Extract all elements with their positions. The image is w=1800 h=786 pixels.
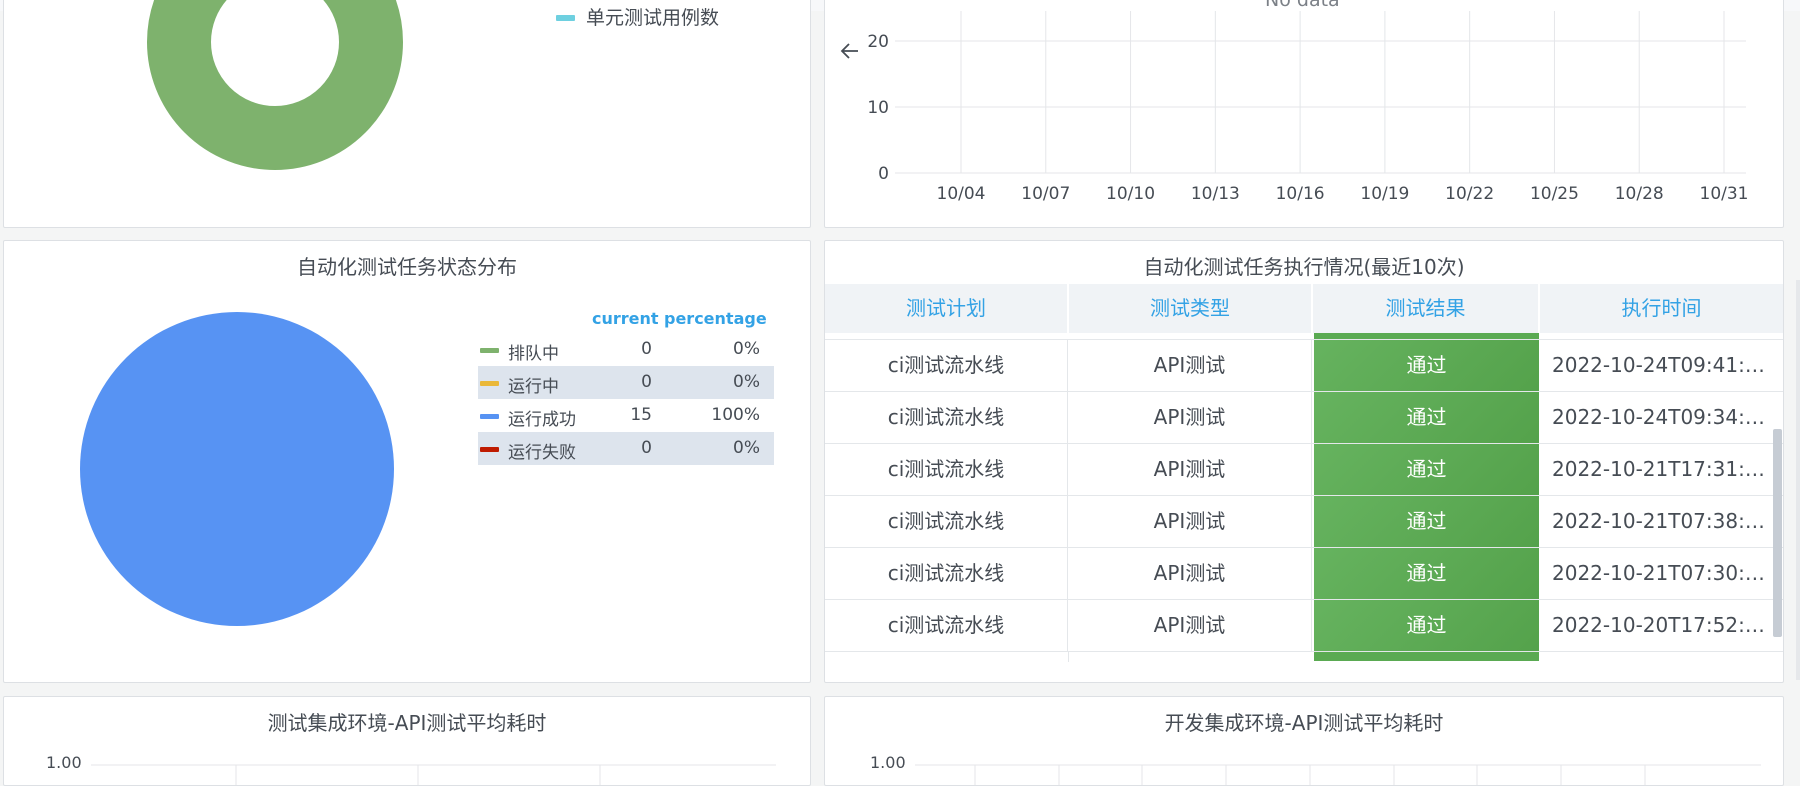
legend-row-failed[interactable]: 运行失败 0 0% [478,432,774,465]
divider [1068,652,1069,662]
legend-label: 单元测试用例数 [586,7,720,29]
cell-plan: ci测试流水线 [825,444,1068,495]
donut-slice [147,0,403,170]
y-tick-label: 20 [867,32,889,52]
partial-row-top [825,333,1783,340]
cell-time: 2022-10-24T09:41:… [1552,353,1765,377]
legend-percentage: 0% [733,339,760,359]
cell-type: API测试 [1068,548,1312,599]
cell-plan: ci测试流水线 [825,548,1068,599]
partial-row-bottom [825,652,1783,669]
legend-header-percentage[interactable]: percentage [664,309,767,328]
legend-percentage: 0% [733,438,760,458]
line-chart: 10/04 10/07 10/10 10/13 10/16 10/19 10/22 10/25… [867,11,1749,204]
column-header-plan[interactable]: 测试计划 [825,284,1069,333]
result-cell-partial [1314,333,1539,339]
panel-task-execution: 自动化测试任务执行情况(最近10次) 测试计划 测试类型 测试结果 执行时间 c… [824,240,1784,683]
cell-plan: ci测试流水线 [825,392,1068,443]
chart-gridlines [915,764,1761,785]
donut-chart [147,0,403,170]
x-tick-label: 10/28 [1615,184,1664,204]
pie-slice-success[interactable] [80,312,394,626]
x-tick-label: 10/31 [1700,184,1749,204]
legend-name: 运行成功 [508,410,576,430]
legend-row-running[interactable]: 运行中 0 0% [478,366,774,399]
chart-gridlines [91,764,776,785]
cell-result: 通过 [1314,444,1539,495]
legend-current: 0 [641,372,652,392]
legend-swatch [480,348,499,353]
cell-plan: ci测试流水线 [825,496,1068,547]
legend-header-current[interactable]: current [592,309,659,328]
cell-result: 通过 [1314,548,1539,599]
table-row[interactable]: ci测试流水线 API测试 通过 2022-10-21T07:30:… [825,548,1783,600]
y-tick-label: 0 [878,164,889,184]
cell-type: API测试 [1068,496,1312,547]
x-tick-label: 10/07 [1021,184,1070,204]
table-row[interactable]: ci测试流水线 API测试 通过 2022-10-24T09:34:… [825,392,1783,444]
table-row[interactable]: ci测试流水线 API测试 通过 2022-10-20T17:52:… [825,600,1783,652]
x-tick-label: 10/10 [1106,184,1155,204]
legend-name: 运行中 [508,377,559,397]
cell-time: 2022-10-20T17:52:… [1552,613,1765,637]
legend-percentage: 0% [733,372,760,392]
panel-title: 自动化测试任务执行情况(最近10次) [1143,255,1465,279]
y-tick-label: 10 [867,98,889,118]
cell-time: 2022-10-21T17:31:… [1552,457,1765,481]
table-scrollbar[interactable] [1773,429,1782,637]
cell-time: 2022-10-21T07:30:… [1552,561,1765,585]
x-tick-label: 10/19 [1360,184,1409,204]
legend-swatch [480,414,499,419]
x-tick-label: 10/16 [1276,184,1325,204]
column-header-result[interactable]: 测试结果 [1313,284,1540,333]
column-header-type[interactable]: 测试类型 [1069,284,1313,333]
cell-time: 2022-10-21T07:38:… [1552,509,1765,533]
table-row[interactable]: ci测试流水线 API测试 通过 2022-10-24T09:41:… [825,340,1783,392]
cell-type: API测试 [1068,444,1312,495]
panel-line-chart-top: No data 10/04 10/07 10/10 10/13 10/16 10/19 10… [824,0,1784,228]
x-tick-label: 10/22 [1445,184,1494,204]
table-row[interactable]: ci测试流水线 API测试 通过 2022-10-21T07:38:… [825,496,1783,548]
panel-test-env-api: 测试集成环境-API测试平均耗时 1.00 [3,696,811,786]
panel-unit-test-donut: 单元测试用例数 [3,0,811,228]
cell-result: 通过 [1314,600,1539,651]
legend-row-success[interactable]: 运行成功 15 100% [478,399,774,432]
page-scrollbar[interactable] [1796,280,1800,680]
panel-task-status: 自动化测试任务状态分布 current percentage 排队中 0 0% … [3,240,811,683]
x-tick-label: 10/13 [1191,184,1240,204]
legend-current: 0 [641,339,652,359]
cell-result: 通过 [1314,496,1539,547]
legend-row-queued[interactable]: 排队中 0 0% [478,333,774,366]
legend-swatch [556,15,575,21]
x-tick-label: 10/04 [937,184,986,204]
legend-name: 运行失败 [508,443,576,463]
result-cell-partial [1314,652,1539,661]
legend-current: 0 [641,438,652,458]
cell-time: 2022-10-24T09:34:… [1552,405,1765,429]
table-header: 测试计划 测试类型 测试结果 执行时间 [825,284,1783,333]
legend-swatch [480,381,499,386]
table-body[interactable]: ci测试流水线 API测试 通过 2022-10-24T09:41:… ci测试… [825,333,1783,669]
panel-dev-env-api: 开发集成环境-API测试平均耗时 1.00 [824,696,1784,786]
cell-type: API测试 [1068,340,1312,391]
table-row[interactable]: ci测试流水线 API测试 通过 2022-10-21T17:31:… [825,444,1783,496]
cell-result: 通过 [1314,392,1539,443]
cell-type: API测试 [1068,600,1312,651]
column-header-time[interactable]: 执行时间 [1540,284,1783,333]
legend-swatch [480,447,499,452]
legend-percentage: 100% [711,405,760,425]
legend-current: 15 [630,405,652,425]
legend-name: 排队中 [508,344,559,364]
cell-plan: ci测试流水线 [825,340,1068,391]
cell-result: 通过 [1314,340,1539,391]
cell-type: API测试 [1068,392,1312,443]
cell-plan: ci测试流水线 [825,600,1068,651]
x-tick-label: 10/25 [1530,184,1579,204]
